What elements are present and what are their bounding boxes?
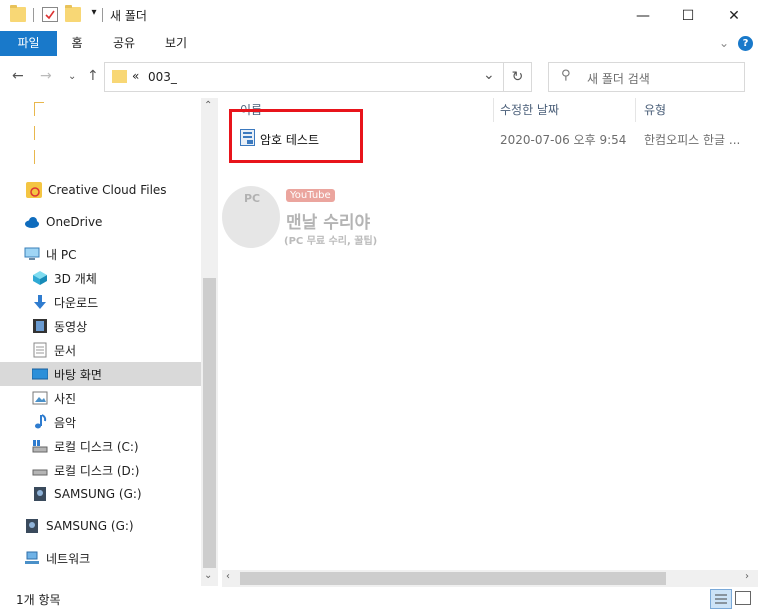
forward-arrow-icon[interactable]: → [40, 68, 52, 84]
scroll-right-icon[interactable]: › [745, 571, 749, 582]
creative-cloud-icon [26, 182, 42, 198]
column-date[interactable]: 수정한 날짜 [500, 98, 559, 122]
watermark-platform: YouTube [286, 189, 335, 202]
scroll-up-icon[interactable]: ⌃ [204, 100, 212, 111]
tab-share[interactable]: 공유 [106, 31, 142, 56]
music-icon [32, 414, 48, 430]
folder-icon[interactable] [34, 150, 35, 164]
maximize-button[interactable]: ☐ [665, 0, 711, 31]
watermark-subtitle: (PC 무료 수리, 꿀팁) [284, 236, 378, 247]
tab-home[interactable]: 홈 [60, 31, 94, 56]
recent-locations-icon[interactable]: ⌄ [68, 71, 76, 82]
divider [102, 8, 103, 22]
sidebar-item-samsung-g[interactable]: SAMSUNG (G:) [0, 482, 201, 506]
sidebar-item-local-disk-d[interactable]: 로컬 디스크 (D:) [0, 458, 201, 482]
column-divider[interactable] [493, 98, 494, 122]
sidebar-item-creative-cloud[interactable]: Creative Cloud Files [0, 178, 201, 202]
sidebar-item-network[interactable]: 네트워크 [0, 546, 201, 570]
3d-objects-icon [32, 270, 48, 286]
navigation-pane: Creative Cloud Files OneDrive 내 PC 3D 개체… [0, 98, 201, 586]
highlight-box [229, 109, 363, 163]
drive-icon [32, 438, 48, 454]
tab-view[interactable]: 보기 [158, 31, 194, 56]
pictures-icon [32, 390, 48, 406]
properties-icon[interactable] [42, 7, 58, 22]
address-row: ← → ⌄ ↑ « 003_ ⌄ ↻ ⚲ 새 폴더 검색 [0, 60, 758, 94]
column-type[interactable]: 유형 [644, 98, 666, 122]
address-dropdown-icon[interactable]: ⌄ [483, 67, 495, 83]
usb-drive-icon [32, 486, 48, 502]
watermark-badge: PC [244, 192, 261, 205]
nav-scrollbar[interactable]: ⌃ ⌄ [201, 98, 218, 586]
folder-icon [10, 5, 26, 22]
sidebar-item-videos[interactable]: 동영상 [0, 314, 201, 338]
drive-icon [32, 462, 48, 478]
window-title: 새 폴더 [110, 9, 147, 23]
sidebar-item-downloads[interactable]: 다운로드 [0, 290, 201, 314]
sidebar-item-pictures[interactable]: 사진 [0, 386, 201, 410]
divider [33, 8, 34, 22]
column-divider[interactable] [635, 98, 636, 122]
document-icon [32, 342, 48, 358]
refresh-button[interactable]: ↻ [504, 62, 532, 92]
horizontal-scrollbar[interactable]: ‹ › [222, 570, 758, 587]
search-icon: ⚲ [561, 68, 571, 83]
download-icon [32, 294, 48, 310]
folder-icon [112, 70, 127, 83]
scroll-left-icon[interactable]: ‹ [226, 571, 230, 582]
sidebar-item-this-pc[interactable]: 내 PC [0, 242, 201, 266]
tab-file[interactable]: 파일 [0, 31, 57, 56]
file-list: 이름 수정한 날짜 유형 암호 테스트 2020-07-06 오후 9:54 한… [222, 98, 758, 570]
network-icon [24, 550, 40, 566]
scroll-thumb[interactable] [240, 572, 666, 585]
file-date: 2020-07-06 오후 9:54 [500, 133, 627, 147]
new-folder-icon[interactable] [65, 5, 81, 22]
sidebar-item-documents[interactable]: 문서 [0, 338, 201, 362]
large-icons-view-icon[interactable] [735, 591, 751, 605]
sidebar-item-onedrive[interactable]: OneDrive [0, 210, 201, 234]
sidebar-item-music[interactable]: 음악 [0, 410, 201, 434]
mascot-icon: PC [222, 186, 280, 248]
ribbon-tabs: 파일 홈 공유 보기 ⌄ ? [0, 31, 758, 56]
onedrive-icon [24, 214, 40, 230]
sidebar-item-3d-objects[interactable]: 3D 개체 [0, 266, 201, 290]
up-arrow-icon[interactable]: ↑ [87, 68, 99, 84]
scroll-down-icon[interactable]: ⌄ [204, 570, 212, 581]
pc-icon [24, 246, 40, 262]
sidebar-item-desktop[interactable]: 바탕 화면 [0, 362, 201, 386]
back-arrow-icon[interactable]: ← [12, 68, 24, 84]
watermark: PC YouTube 맨날 수리야 (PC 무료 수리, 꿀팁) [222, 186, 422, 252]
folder-icon[interactable] [34, 102, 44, 116]
sidebar-item-local-disk-c[interactable]: 로컬 디스크 (C:) [0, 434, 201, 458]
customize-toolbar-icon[interactable]: ▾ [86, 7, 102, 22]
breadcrumb-overflow[interactable]: « [132, 69, 139, 83]
help-icon[interactable]: ? [738, 36, 753, 51]
status-bar: 1개 항목 [0, 587, 758, 611]
video-icon [32, 318, 48, 334]
folder-icon[interactable] [34, 126, 35, 140]
item-count: 1개 항목 [16, 593, 61, 607]
scroll-thumb[interactable] [203, 278, 216, 568]
file-type: 한컴오피스 한글 ... [644, 133, 741, 147]
desktop-icon [31, 366, 49, 382]
sidebar-item-samsung-g-root[interactable]: SAMSUNG (G:) [0, 514, 201, 538]
ribbon-expand-icon[interactable]: ⌄ [713, 31, 735, 56]
address-bar[interactable]: « 003_ ⌄ [104, 62, 504, 92]
title-bar: ▾ 새 폴더 — ☐ ✕ [0, 0, 758, 31]
minimize-button[interactable]: — [620, 0, 666, 31]
close-button[interactable]: ✕ [711, 0, 757, 31]
details-view-icon[interactable] [710, 589, 732, 609]
breadcrumb[interactable]: 003_ [148, 70, 177, 84]
search-input[interactable]: ⚲ 새 폴더 검색 [548, 62, 745, 92]
usb-drive-icon [24, 518, 40, 534]
search-placeholder: 새 폴더 검색 [587, 72, 650, 86]
watermark-title: 맨날 수리야 [286, 213, 371, 233]
